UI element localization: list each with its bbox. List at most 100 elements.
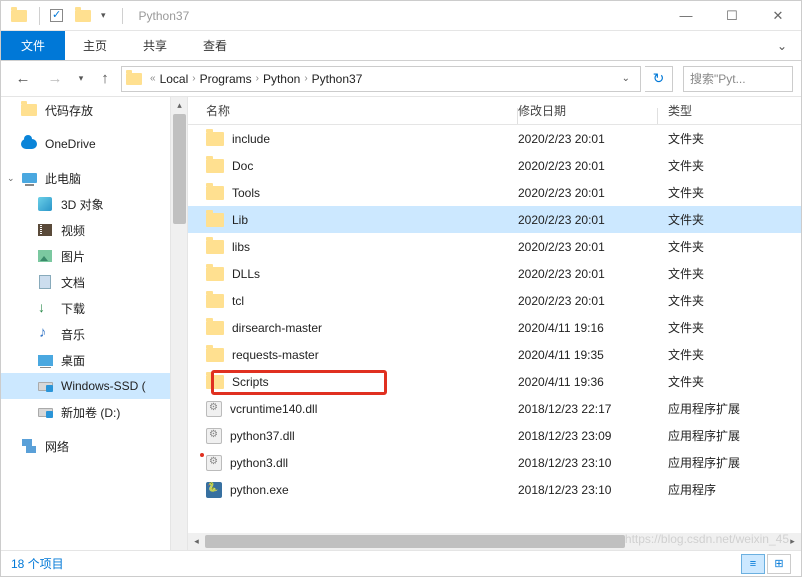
refresh-button[interactable]: ↻ <box>645 66 673 92</box>
column-header-date[interactable]: 修改日期 <box>518 102 658 119</box>
qat-dropdown-icon[interactable]: ▾ <box>97 10 110 21</box>
column-header-name[interactable]: 名称 <box>188 102 518 119</box>
sidebar-item[interactable]: 网络 <box>1 433 187 459</box>
sidebar-item[interactable]: 桌面 <box>1 347 187 373</box>
sidebar-item-label: 3D 对象 <box>61 196 104 213</box>
sidebar-item[interactable]: 代码存放 <box>1 97 187 123</box>
drive-icon <box>37 378 53 394</box>
breadcrumb-item[interactable]: Programs <box>200 72 252 86</box>
nav-history-dropdown[interactable]: ▾ <box>73 73 89 84</box>
file-row[interactable]: Tools2020/2/23 20:01文件夹 <box>188 179 801 206</box>
annotation-dot <box>200 453 204 457</box>
qat-newfolder-icon[interactable] <box>75 10 91 22</box>
desk-icon <box>37 352 53 368</box>
view-details-button[interactable]: ≡ <box>741 554 765 574</box>
sidebar-item[interactable]: Windows-SSD ( <box>1 373 187 399</box>
scroll-left-icon[interactable]: ◂ <box>188 533 205 550</box>
folder-icon <box>206 132 224 146</box>
watermark-text: https://blog.csdn.net/weixin_45 <box>625 532 789 546</box>
qat-properties-icon[interactable] <box>50 9 63 22</box>
3d-icon <box>37 196 53 212</box>
sidebar-item[interactable]: 3D 对象 <box>1 191 187 217</box>
file-type: 文件夹 <box>658 184 801 201</box>
file-row[interactable]: Scripts2020/4/11 19:36文件夹 <box>188 368 801 395</box>
sidebar-item[interactable]: 文档 <box>1 269 187 295</box>
sidebar-item[interactable]: 音乐 <box>1 321 187 347</box>
sidebar-item-label: 此电脑 <box>45 170 81 187</box>
file-row[interactable]: requests-master2020/4/11 19:35文件夹 <box>188 341 801 368</box>
column-header-type[interactable]: 类型 <box>658 102 801 119</box>
nav-forward-button[interactable]: → <box>41 65 69 93</box>
folder-icon <box>206 267 224 281</box>
hscroll-thumb[interactable] <box>205 535 625 548</box>
minimize-button[interactable]: — <box>663 1 709 31</box>
breadcrumb-item[interactable]: Python37 <box>312 72 363 86</box>
ribbon-tab-home[interactable]: 主页 <box>65 31 125 60</box>
address-bar[interactable]: « Local › Programs › Python › Python37 ⌄ <box>121 66 641 92</box>
sidebar-item[interactable]: 新加卷 (D:) <box>1 399 187 425</box>
file-row[interactable]: dirsearch-master2020/4/11 19:16文件夹 <box>188 314 801 341</box>
file-row[interactable]: tcl2020/2/23 20:01文件夹 <box>188 287 801 314</box>
nav-back-button[interactable]: ← <box>9 65 37 93</box>
file-name: requests-master <box>232 348 319 362</box>
dll-icon <box>206 455 222 471</box>
file-row[interactable]: Doc2020/2/23 20:01文件夹 <box>188 152 801 179</box>
sidebar-item[interactable]: 图片 <box>1 243 187 269</box>
folder-icon <box>206 159 224 173</box>
file-type: 文件夹 <box>658 265 801 282</box>
ribbon-expand-icon[interactable]: ⌄ <box>763 31 801 60</box>
folder-icon <box>21 102 37 118</box>
chevron-right-icon[interactable]: › <box>252 73 263 84</box>
pc-icon <box>21 170 37 186</box>
search-input[interactable]: 搜索"Pyt... <box>683 66 793 92</box>
chevron-right-icon[interactable]: « <box>146 73 160 84</box>
scroll-up-icon[interactable]: ▴ <box>171 97 188 114</box>
file-type: 文件夹 <box>658 130 801 147</box>
breadcrumb-item[interactable]: Local <box>160 72 189 86</box>
sidebar-item[interactable]: ⌄ 此电脑 <box>1 165 187 191</box>
address-dropdown-icon[interactable]: ⌄ <box>616 73 636 84</box>
breadcrumb-item[interactable]: Python <box>263 72 300 86</box>
file-name: python3.dll <box>230 456 288 470</box>
folder-icon <box>206 186 224 200</box>
file-row[interactable]: libs2020/2/23 20:01文件夹 <box>188 233 801 260</box>
ribbon-tab-share[interactable]: 共享 <box>125 31 185 60</box>
dl-icon <box>37 300 53 316</box>
sidebar-item[interactable]: OneDrive <box>1 131 187 157</box>
file-row[interactable]: Lib2020/2/23 20:01文件夹 <box>188 206 801 233</box>
sidebar-item[interactable]: 下载 <box>1 295 187 321</box>
file-row[interactable]: python3.dll2018/12/23 23:10应用程序扩展 <box>188 449 801 476</box>
file-row[interactable]: python37.dll2018/12/23 23:09应用程序扩展 <box>188 422 801 449</box>
nav-up-button[interactable]: ↑ <box>93 67 117 91</box>
ribbon-file-tab[interactable]: 文件 <box>1 31 65 60</box>
file-name: Scripts <box>232 375 269 389</box>
file-type: 应用程序扩展 <box>658 427 801 444</box>
ribbon-tab-view[interactable]: 查看 <box>185 31 245 60</box>
file-row[interactable]: vcruntime140.dll2018/12/23 22:17应用程序扩展 <box>188 395 801 422</box>
file-date: 2018/12/23 22:17 <box>518 402 658 416</box>
file-name: DLLs <box>232 267 260 281</box>
file-row[interactable]: python.exe2018/12/23 23:10应用程序 <box>188 476 801 503</box>
folder-icon <box>206 294 224 308</box>
sidebar-item-label: 文档 <box>61 274 85 291</box>
sidebar-item[interactable]: 视频 <box>1 217 187 243</box>
file-row[interactable]: DLLs2020/2/23 20:01文件夹 <box>188 260 801 287</box>
folder-icon <box>206 240 224 254</box>
dll-icon <box>206 428 222 444</box>
tree-expand-icon[interactable]: ⌄ <box>7 173 15 184</box>
maximize-button[interactable]: ☐ <box>709 1 755 31</box>
file-row[interactable]: include2020/2/23 20:01文件夹 <box>188 125 801 152</box>
sidebar-scrollbar[interactable]: ▴ <box>170 97 187 550</box>
file-type: 文件夹 <box>658 238 801 255</box>
chevron-right-icon[interactable]: › <box>300 73 311 84</box>
view-icons-button[interactable]: ⊞ <box>767 554 791 574</box>
close-button[interactable]: ✕ <box>755 1 801 31</box>
sidebar-item-label: 网络 <box>45 438 69 455</box>
exe-icon <box>206 482 222 498</box>
file-name: Tools <box>232 186 260 200</box>
file-type: 文件夹 <box>658 346 801 363</box>
chevron-right-icon[interactable]: › <box>188 73 199 84</box>
drive-icon <box>37 404 53 420</box>
scrollbar-thumb[interactable] <box>173 114 186 224</box>
file-date: 2020/2/23 20:01 <box>518 132 658 146</box>
